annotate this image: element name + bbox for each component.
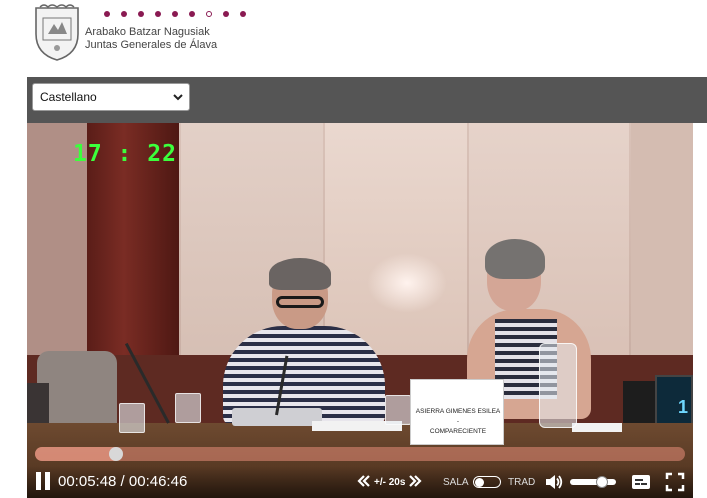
- progress-bar[interactable]: [35, 447, 685, 461]
- nameplate-role: COMPARECIENTE: [429, 428, 487, 435]
- language-select-value: Castellano: [40, 90, 97, 104]
- volume-handle[interactable]: [596, 476, 608, 488]
- forward-icon[interactable]: [408, 473, 422, 491]
- captions-icon[interactable]: [631, 474, 651, 490]
- volume-slider[interactable]: [570, 476, 616, 488]
- nameplate-separator: -: [456, 418, 460, 425]
- chevron-down-icon: [173, 84, 183, 120]
- player-controls: 00:05:48 / 00:46:46 +/- 20s SALA TRAD: [27, 466, 693, 498]
- progress-handle[interactable]: [109, 447, 123, 461]
- coat-of-arms-icon[interactable]: [32, 4, 82, 62]
- language-select[interactable]: Castellano: [32, 83, 190, 111]
- video-player[interactable]: 1 ASIERRA GIMENES ESILEA - COMPARECIENTE: [27, 123, 693, 498]
- seek-controls: +/- 20s: [357, 472, 422, 492]
- trad-label: TRAD: [508, 477, 536, 488]
- seek-step-label: +/- 20s: [374, 476, 406, 488]
- progress-played: [35, 447, 116, 461]
- timestamp-overlay: 17 : 22: [73, 141, 177, 167]
- volume-icon[interactable]: [544, 472, 564, 492]
- pause-icon[interactable]: [35, 472, 51, 490]
- header: Arabako Batzar Nagusiak Juntas Generales…: [0, 0, 707, 72]
- fullscreen-icon[interactable]: [665, 472, 685, 492]
- sala-label: SALA: [443, 477, 469, 488]
- nameplate: ASIERRA GIMENES ESILEA - COMPARECIENTE: [410, 379, 504, 445]
- time-display: 00:05:48 / 00:46:46: [58, 473, 188, 490]
- page: Arabako Batzar Nagusiak Juntas Generales…: [0, 0, 707, 498]
- sala-toggle[interactable]: [473, 476, 501, 488]
- language-bar: Castellano: [27, 77, 707, 123]
- rewind-icon[interactable]: [357, 473, 371, 491]
- org-name-spanish: Juntas Generales de Álava: [85, 39, 218, 51]
- brand-dots: [104, 11, 246, 17]
- nameplate-name: ASIERRA GIMENES ESILEA: [415, 408, 501, 415]
- org-name-basque: Arabako Batzar Nagusiak: [85, 26, 210, 38]
